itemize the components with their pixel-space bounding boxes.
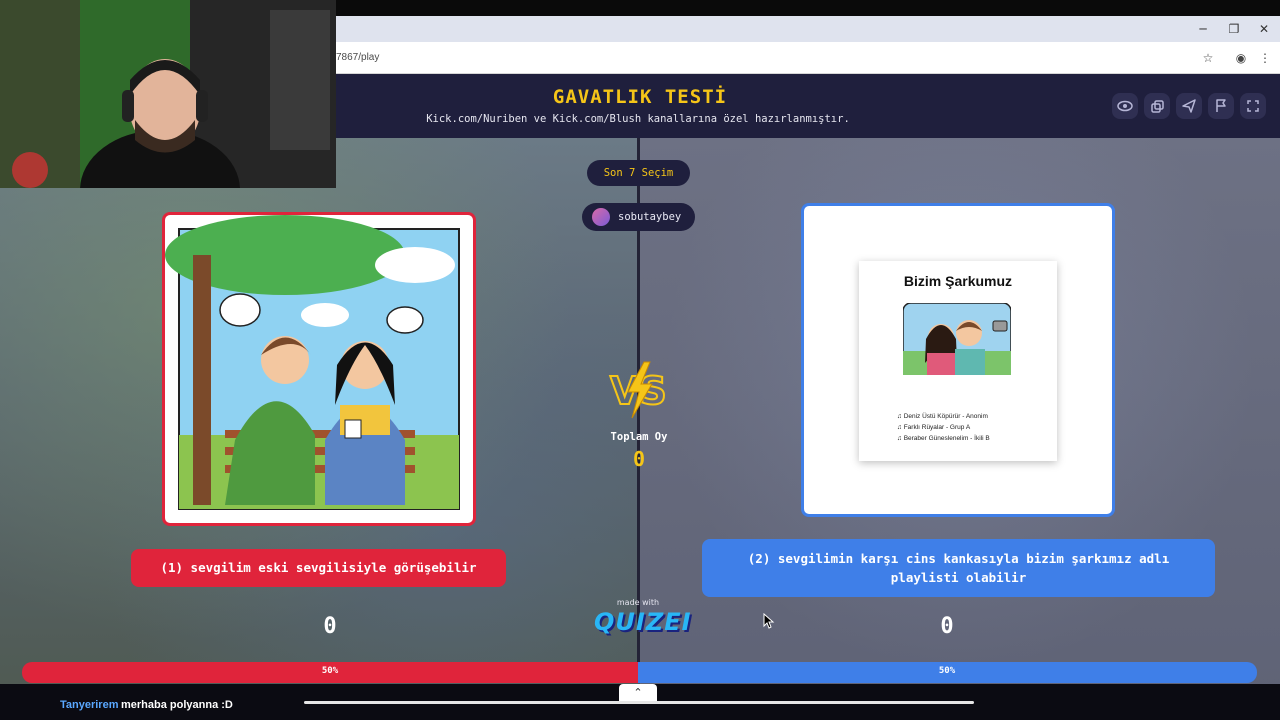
option-2-button[interactable]: (2) sevgilimin karşı cins kankasıyla biz… <box>702 539 1215 597</box>
quizei-logo[interactable]: QUIZEI <box>594 608 691 636</box>
playlist-title: Bizim Şarkumuz <box>903 273 1013 289</box>
close-icon[interactable]: ✕ <box>1254 20 1274 38</box>
mouse-cursor-icon <box>763 613 775 629</box>
restore-icon[interactable]: ❐ <box>1224 20 1244 38</box>
list-item: ♫ Farklı Rüyalar - Grup A <box>897 424 971 431</box>
track-list: ♫ Deniz Üstü Köpürür - Anonim ♫ Farklı R… <box>897 411 990 444</box>
chevron-up-icon[interactable]: ⌃ <box>619 684 657 702</box>
couple-park-illustration <box>165 215 460 510</box>
track-name: Beraber Güneslenelim - İkili B <box>903 435 990 442</box>
flag-icon[interactable] <box>1208 93 1234 119</box>
track-name: Farklı Rüyalar - Grup A <box>903 424 971 431</box>
total-votes-value: 0 <box>632 447 646 471</box>
avatar <box>592 208 610 226</box>
screen: ─ ❐ ✕ 7867/play ☆ ◉ ⋮ GAVATLIK TESTİ Kic… <box>0 0 1280 720</box>
username: sobutaybey <box>618 211 682 223</box>
share-icon[interactable] <box>1144 93 1170 119</box>
total-votes-label: Toplam Oy <box>610 431 668 443</box>
selfie-illustration <box>903 303 1011 375</box>
playlist-cover: Bizim Şarkumuz ♫ Deniz Üstü Köpürür - An… <box>859 261 1057 461</box>
send-icon[interactable] <box>1176 93 1202 119</box>
chat-username: Tanyerirem <box>60 699 119 711</box>
vs-lightning-icon: VS <box>609 361 668 419</box>
option-2-count: 0 <box>940 614 954 639</box>
option-2-percent: 50% <box>938 666 956 676</box>
track-name: Deniz Üstü Köpürür - Anonim <box>903 413 988 420</box>
page-subtitle: Kick.com/Nuriben ve Kick.com/Blush kanal… <box>426 113 850 125</box>
profile-icon[interactable]: ◉ <box>1233 50 1249 66</box>
chat-message: merhaba polyanna :D <box>121 699 233 711</box>
minimize-icon[interactable]: ─ <box>1193 20 1213 38</box>
scrollbar[interactable] <box>304 701 974 704</box>
star-icon[interactable]: ☆ <box>1200 50 1216 66</box>
option-1-percent: 50% <box>321 666 339 676</box>
option-1-count: 0 <box>323 614 337 639</box>
made-with-label: made with <box>616 598 660 607</box>
webcam-feed <box>0 0 336 188</box>
eye-icon[interactable] <box>1112 93 1138 119</box>
url-text[interactable]: 7867/play <box>336 52 379 63</box>
webcam-overlay <box>0 0 336 188</box>
fullscreen-icon[interactable] <box>1240 93 1266 119</box>
last-choices-pill[interactable]: Son 7 Seçim <box>587 160 690 186</box>
menu-icon[interactable]: ⋮ <box>1257 50 1273 66</box>
option-1-button[interactable]: (1) sevgilim eski sevgilisiyle görüşebil… <box>131 549 506 587</box>
list-item: ♫ Deniz Üstü Köpürür - Anonim <box>897 413 988 420</box>
option-1-card[interactable] <box>162 212 476 526</box>
list-item: ♫ Beraber Güneslenelim - İkili B <box>897 435 990 442</box>
option-2-card[interactable]: Bizim Şarkumuz ♫ Deniz Üstü Köpürür - An… <box>801 203 1115 517</box>
page-title: GAVATLIK TESTİ <box>552 86 728 108</box>
